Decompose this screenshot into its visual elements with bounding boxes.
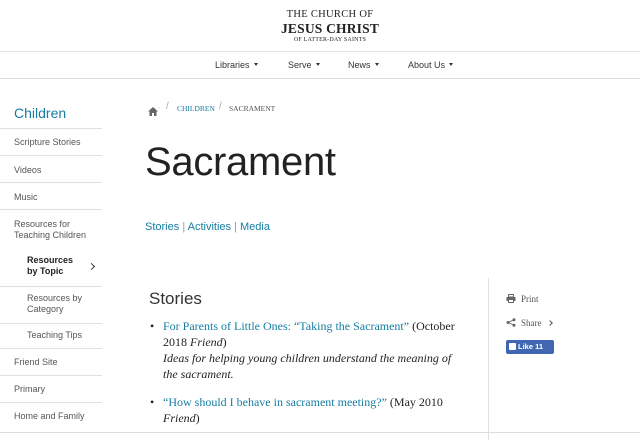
link-separator: | [182,221,186,233]
link-activities[interactable]: Activities [188,221,231,233]
print-label: Print [521,294,539,304]
sidebar-item-music[interactable]: Music [0,182,102,209]
sidebar-item-resources-by-category[interactable]: Resources by Category [0,286,102,323]
sidebar-title[interactable]: Children [14,105,66,121]
story-description: Ideas for helping young children underst… [163,351,452,381]
main-nav: Libraries Serve News About Us [0,52,640,79]
story-date: (May 2010 [389,395,443,409]
caret-down-icon [253,63,258,67]
like-label: Like 11 [518,342,544,351]
link-media[interactable]: Media [240,221,270,233]
sidebar-item-videos[interactable]: Videos [0,155,102,182]
nav-serve-label: Serve [288,60,312,70]
nav-libraries-label: Libraries [215,60,250,70]
logo-line-3: OF LATTER-DAY SAINTS [293,37,367,43]
nav-news-label: News [348,60,371,70]
sidebar: Children Scripture Stories Videos Music … [0,80,102,440]
chevron-right-icon [87,262,96,271]
story-link-behave-sacrament-meeting[interactable]: “How should I behave in sacrament meetin… [163,395,387,409]
nav-about-us[interactable]: About Us [408,60,454,70]
sidebar-item-home-and-family[interactable]: Home and Family [0,402,102,429]
footer-divider [0,432,640,433]
sidebar-item-resources-by-topic[interactable]: Resources by Topic [0,249,102,286]
facebook-like-button[interactable]: Like 11 [506,340,554,354]
print-button[interactable]: Print [506,294,539,304]
nav-serve[interactable]: Serve [288,60,320,70]
sidebar-item-scripture-stories[interactable]: Scripture Stories [0,128,102,155]
caret-down-icon [449,63,454,67]
link-separator: | [234,221,237,233]
nav-about-us-label: About Us [408,60,446,70]
bullet-icon: • [150,395,155,409]
bullet-icon: • [150,319,155,333]
site-header: THE CHURCH OF JESUS CHRIST OF LATTER-DAY… [0,0,640,52]
sidebar-item-resources-teaching[interactable]: Resources for Teaching Children [0,209,102,249]
section-links: Stories | Activities | Media [145,221,270,233]
content-divider [488,278,489,440]
church-logo[interactable]: THE CHURCH OF JESUS CHRIST OF LATTER-DAY… [280,9,380,43]
nav-news[interactable]: News [348,60,379,70]
breadcrumb-separator: / [219,101,222,112]
home-icon[interactable] [147,104,160,122]
logo-line-2: JESUS CHRIST [280,20,380,36]
share-label: Share [521,318,542,328]
list-item: • For Parents of Little Ones: “Taking th… [150,318,460,382]
nav-libraries[interactable]: Libraries [215,60,258,70]
breadcrumb-sacrament: SACRAMENT [229,104,276,113]
story-source: Friend [163,411,196,425]
caret-down-icon [315,63,320,67]
sidebar-item-friend-site[interactable]: Friend Site [0,348,102,375]
thumbs-up-icon [509,343,516,350]
breadcrumb-separator: / [166,101,169,112]
printer-icon [506,294,516,303]
caret-down-icon [374,63,379,67]
share-icon [506,318,516,327]
page-title: Sacrament [145,140,336,184]
link-stories[interactable]: Stories [145,221,179,233]
story-date-close: ) [222,335,227,349]
sidebar-item-teaching-tips[interactable]: Teaching Tips [0,323,102,348]
stories-heading: Stories [149,289,202,308]
story-link-taking-sacrament[interactable]: For Parents of Little Ones: “Taking the … [163,319,409,333]
story-source: Friend [190,335,223,349]
chevron-right-icon [546,320,553,326]
breadcrumb-children[interactable]: CHILDREN [177,104,215,113]
logo-line-1: THE CHURCH OF [286,9,374,20]
story-date-close: ) [195,411,200,425]
sidebar-item-label: Resources by Topic [27,255,74,276]
list-item: • “How should I behave in sacrament meet… [150,394,460,426]
sidebar-item-primary[interactable]: Primary [0,375,102,402]
share-button[interactable]: Share [506,318,553,328]
